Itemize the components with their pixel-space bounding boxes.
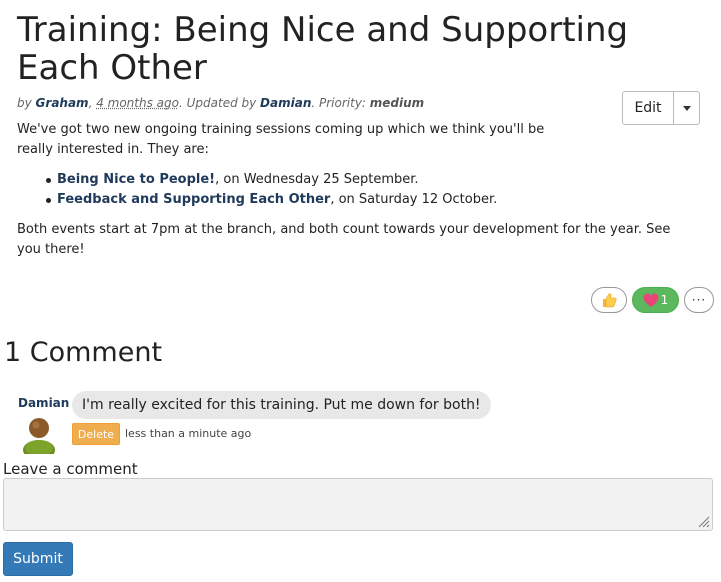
edit-button-group: Edit bbox=[622, 91, 700, 125]
edit-dropdown-toggle[interactable] bbox=[674, 92, 699, 124]
thumbs-up-reaction[interactable] bbox=[591, 287, 627, 313]
priority-value: medium bbox=[369, 96, 425, 110]
comment-textarea[interactable] bbox=[3, 478, 713, 531]
leave-comment-label: Leave a comment bbox=[3, 460, 138, 478]
heart-icon bbox=[643, 293, 659, 307]
list-item: Being Nice to People!, on Wednesday 25 S… bbox=[45, 170, 497, 190]
thumbs-up-icon bbox=[603, 293, 617, 308]
edit-button[interactable]: Edit bbox=[623, 92, 674, 124]
reactions-bar: 1 ··· bbox=[591, 287, 714, 313]
post-closing: Both events start at 7pm at the branch, … bbox=[17, 222, 671, 257]
meta-priority-label: . Priority: bbox=[311, 96, 370, 110]
post-meta: by Graham, 4 months ago. Updated by Dami… bbox=[17, 96, 424, 110]
event-detail: , on Wednesday 25 September. bbox=[215, 172, 419, 187]
comment-bubble: I'm really excited for this training. Pu… bbox=[72, 391, 491, 419]
event-link-being-nice[interactable]: Being Nice to People! bbox=[57, 172, 215, 187]
meta-by-label: by bbox=[17, 96, 36, 110]
heart-count: 1 bbox=[660, 293, 669, 307]
updated-by-link[interactable]: Damian bbox=[260, 96, 311, 110]
delete-comment-button[interactable]: Delete bbox=[72, 423, 120, 445]
heart-reaction[interactable]: 1 bbox=[632, 287, 679, 313]
event-link-feedback[interactable]: Feedback and Supporting Each Other bbox=[57, 192, 330, 207]
comment-author: Damian bbox=[18, 396, 70, 410]
more-icon: ··· bbox=[691, 293, 707, 307]
submit-button[interactable]: Submit bbox=[3, 542, 73, 576]
author-link[interactable]: Graham bbox=[36, 96, 89, 110]
meta-updated-label: . Updated by bbox=[178, 96, 261, 110]
posted-time: 4 months ago bbox=[96, 96, 179, 110]
list-item: Feedback and Supporting Each Other, on S… bbox=[45, 190, 498, 210]
comment-time: less than a minute ago bbox=[125, 427, 252, 440]
post-title: Training: Being Nice and Supporting Each… bbox=[17, 10, 629, 88]
resize-grip-icon[interactable] bbox=[697, 515, 710, 528]
more-reactions-button[interactable]: ··· bbox=[684, 287, 714, 313]
post-intro: We've got two new ongoing training sessi… bbox=[17, 122, 545, 157]
comments-heading: 1 Comment bbox=[4, 337, 163, 368]
event-list: Being Nice to People!, on Wednesday 25 S… bbox=[45, 170, 498, 210]
event-detail: , on Saturday 12 October. bbox=[330, 192, 498, 207]
chevron-down-icon bbox=[682, 105, 691, 111]
avatar bbox=[23, 418, 55, 454]
